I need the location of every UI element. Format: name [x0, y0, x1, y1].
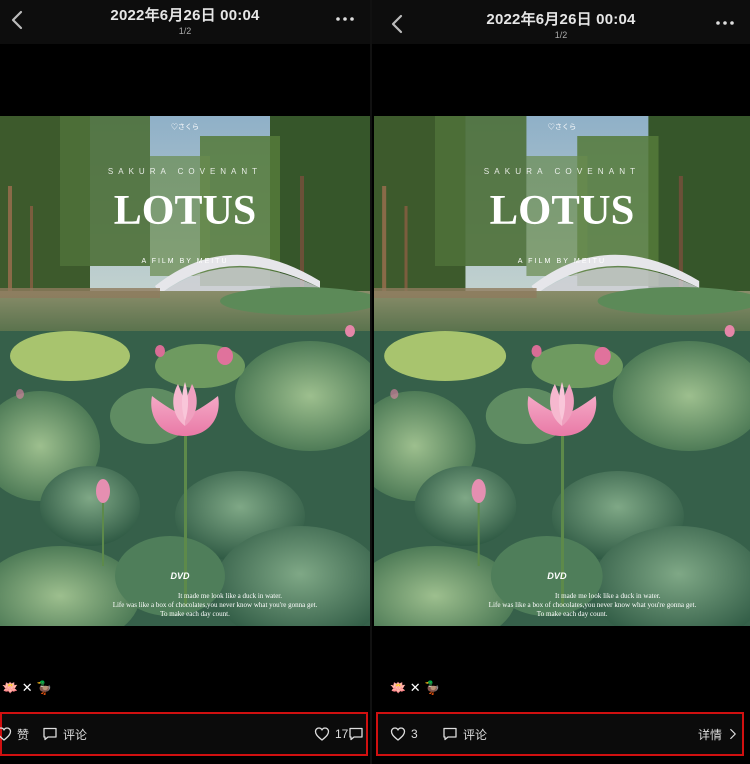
left-panel: 2022年6月26日 00:04 1/2 ♡さくら SAKURA COVENAN… — [0, 0, 370, 764]
post-caption: 🪷 ✕ 🦆 — [2, 680, 53, 695]
like-button[interactable]: 赞 — [0, 724, 29, 744]
poster-badge: ♡さくら — [171, 123, 199, 131]
poster-tagline-2: Life was like a box of chocolates,you ne… — [489, 601, 697, 609]
screenshot-stage: 2022年6月26日 00:04 1/2 ♡さくら SAKURA COVENAN… — [0, 0, 750, 764]
page-indicator: 1/2 — [178, 26, 192, 36]
heart-icon — [314, 727, 330, 741]
comment-icon — [443, 727, 457, 741]
action-bar-highlighted: 3 评论 详情 — [376, 712, 744, 756]
like-count-button[interactable]: 17 — [314, 724, 348, 744]
like-button[interactable]: 3 — [390, 724, 418, 744]
details-label: 详情 — [698, 727, 723, 742]
comment-button[interactable]: 评论 — [442, 724, 487, 744]
like-label: 赞 — [17, 727, 30, 742]
poster-image[interactable]: ♡さくら SAKURA COVENANT LOTUS A FILM BY MEI… — [0, 116, 370, 626]
comment-icon — [349, 727, 363, 741]
poster-byline: A FILM BY MEITU — [518, 258, 606, 265]
poster-tagline-1: It made me look like a duck in water. — [555, 592, 661, 600]
comment-icon-button[interactable] — [348, 724, 364, 744]
top-bar: 2022年6月26日 00:04 1/2 — [0, 0, 370, 44]
details-button[interactable]: 详情 — [698, 724, 739, 744]
post-date-title: 2022年6月26日 00:04 — [110, 7, 260, 24]
comment-icon — [43, 727, 57, 741]
top-bar: 2022年6月26日 00:04 1/2 — [372, 0, 750, 44]
dvd-logo: DVD — [547, 571, 567, 581]
heart-icon — [390, 727, 406, 741]
post-caption: 🪷 ✕ 🦆 — [390, 680, 441, 695]
poster-series: SAKURA COVENANT — [484, 167, 640, 176]
poster-title: LOTUS — [490, 187, 635, 234]
poster-artwork: ♡さくら SAKURA COVENANT LOTUS A FILM BY MEI… — [374, 116, 750, 626]
poster-tagline-1: It made me look like a duck in water. — [178, 592, 282, 600]
dvd-logo: DVD — [170, 571, 190, 581]
poster-byline: A FILM BY MEITU — [141, 258, 228, 265]
poster-badge: ♡さくら — [548, 123, 576, 131]
poster-tagline-3: To make each day count. — [160, 610, 230, 618]
post-date-title: 2022年6月26日 00:04 — [486, 11, 636, 28]
chevron-right-icon — [730, 728, 736, 740]
action-bar-highlighted: 赞 评论 17 — [0, 712, 368, 756]
comment-label: 评论 — [63, 727, 88, 742]
like-count: 17 — [335, 727, 349, 741]
like-count: 3 — [411, 727, 418, 741]
poster-series: SAKURA COVENANT — [108, 167, 262, 176]
comment-button[interactable]: 评论 — [42, 724, 87, 744]
more-icon[interactable] — [334, 10, 356, 28]
comment-label: 评论 — [463, 727, 488, 742]
poster-title: LOTUS — [114, 188, 256, 234]
heart-icon — [0, 727, 12, 741]
poster-tagline-2: Life was like a box of chocolates,you ne… — [113, 601, 318, 609]
poster-image[interactable]: ♡さくら SAKURA COVENANT LOTUS A FILM BY MEI… — [374, 116, 750, 626]
poster-tagline-3: To make each day count. — [537, 610, 608, 618]
header-title-wrap: 2022年6月26日 00:04 1/2 — [0, 4, 370, 36]
more-icon[interactable] — [714, 14, 736, 32]
right-panel: 2022年6月26日 00:04 1/2 ♡さくら SAKURA COVENAN… — [372, 0, 750, 764]
poster-artwork: ♡さくら SAKURA COVENANT LOTUS A FILM BY MEI… — [0, 116, 370, 626]
header-title-wrap: 2022年6月26日 00:04 1/2 — [372, 8, 750, 40]
page-indicator: 1/2 — [554, 30, 568, 40]
